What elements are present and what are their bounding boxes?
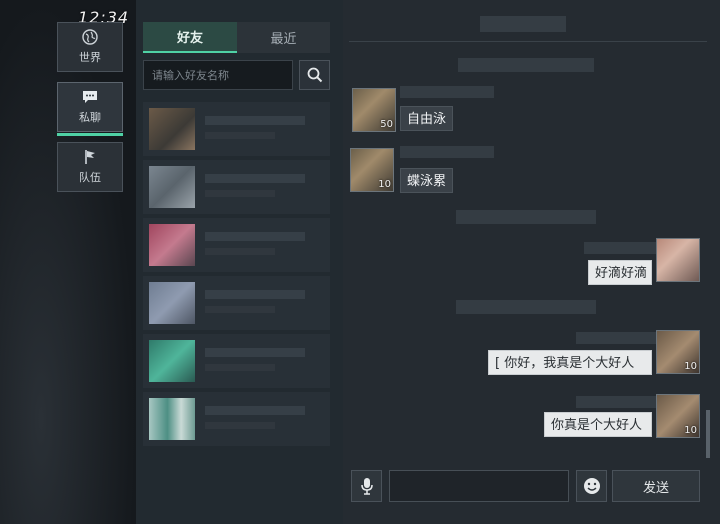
friend-status-redacted (205, 190, 275, 197)
friend-status-redacted (205, 248, 275, 255)
avatar[interactable]: 10 (350, 148, 394, 192)
sender-name-redacted (584, 242, 656, 254)
nav-private-chat-button[interactable]: 私聊 (57, 82, 123, 136)
friend-status-redacted (205, 364, 275, 371)
friend-list-item[interactable] (143, 218, 330, 272)
chat-message: 蝶泳累 (400, 168, 454, 193)
tab-friends[interactable]: 好友 (143, 22, 237, 53)
friend-list-item[interactable] (143, 392, 330, 446)
microphone-icon (360, 478, 373, 495)
friend-name-redacted (205, 290, 305, 299)
emoji-icon (583, 478, 600, 494)
friend-name-redacted (205, 348, 305, 357)
chat-message: [ 你好，我真是个大好人 (488, 350, 652, 375)
chat-message: 自由泳 (400, 106, 454, 131)
avatar[interactable]: 10 (656, 394, 700, 438)
friend-status-redacted (205, 306, 275, 313)
avatar[interactable]: 50 (352, 88, 396, 132)
level-badge: 50 (380, 119, 393, 130)
level-badge: 10 (378, 179, 391, 190)
nav-label: 世界 (79, 51, 101, 64)
friend-name-redacted (205, 406, 305, 415)
chat-title-redacted (480, 16, 566, 32)
tab-recent[interactable]: 最近 (237, 22, 330, 53)
friend-list-item[interactable] (143, 102, 330, 156)
timestamp-redacted (458, 58, 594, 72)
left-background (0, 0, 136, 524)
chat-message: 好滴好滴 (588, 260, 652, 285)
friend-list-item[interactable] (143, 160, 330, 214)
level-badge: 10 (684, 361, 697, 372)
divider (349, 41, 707, 42)
voice-button[interactable] (351, 470, 382, 502)
sender-name-redacted (576, 332, 656, 344)
friend-avatar (149, 108, 195, 150)
friend-status-redacted (205, 132, 275, 139)
avatar[interactable]: 10 (656, 330, 700, 374)
chat-scrollbar[interactable] (706, 410, 710, 458)
level-badge: 10 (684, 425, 697, 436)
friend-avatar (149, 340, 195, 382)
friend-avatar (149, 282, 195, 324)
emoji-button[interactable] (576, 470, 607, 502)
search-icon (307, 67, 322, 83)
friend-list-item[interactable] (143, 276, 330, 330)
friend-status-redacted (205, 422, 275, 429)
chat-icon (83, 91, 97, 103)
friend-panel: 好友 最近 (136, 0, 343, 524)
friend-list-item[interactable] (143, 334, 330, 388)
nav-label: 私聊 (79, 111, 101, 124)
timestamp-redacted (456, 210, 596, 224)
flag-icon (85, 150, 95, 164)
message-input[interactable] (389, 470, 569, 502)
chat-message: 你真是个大好人 (544, 412, 652, 437)
friend-avatar (149, 166, 195, 208)
nav-world-button[interactable]: 世界 (57, 22, 123, 72)
timestamp-redacted (456, 300, 596, 314)
friend-name-redacted (205, 174, 305, 183)
nav-team-button[interactable]: 队伍 (57, 142, 123, 192)
nav-label: 队伍 (79, 171, 101, 184)
avatar[interactable] (656, 238, 700, 282)
send-button[interactable]: 发送 (612, 470, 700, 502)
friend-avatar (149, 224, 195, 266)
friend-search-input[interactable] (143, 60, 293, 90)
sender-name-redacted (576, 396, 656, 408)
friend-avatar (149, 398, 195, 440)
sender-name-redacted (400, 146, 494, 158)
search-button[interactable] (299, 60, 330, 90)
friend-name-redacted (205, 232, 305, 241)
globe-icon (82, 29, 98, 45)
friend-name-redacted (205, 116, 305, 125)
sender-name-redacted (400, 86, 494, 98)
